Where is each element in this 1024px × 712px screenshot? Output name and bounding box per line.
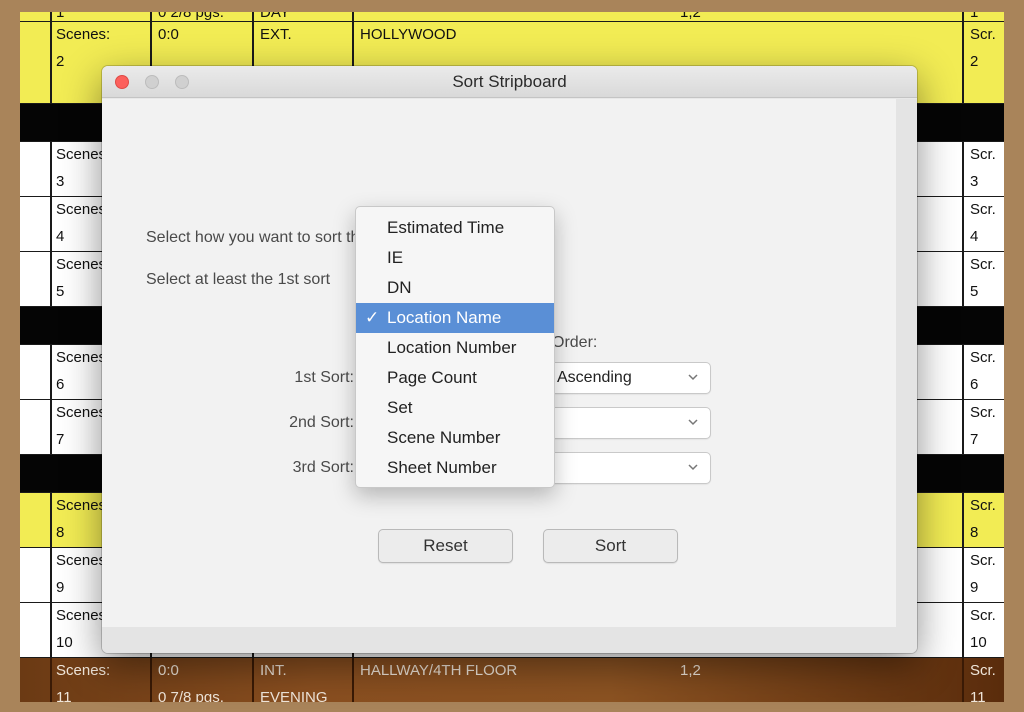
strip-cell: 3: [970, 173, 979, 190]
strip-column-divider: [352, 12, 354, 21]
strip-column-divider: [150, 658, 152, 702]
strip-cell: Scr.: [970, 497, 996, 514]
strip-column-divider: [962, 197, 964, 251]
strip-cell: Scenes:: [56, 662, 111, 679]
strip-cell: Scr.: [970, 404, 996, 421]
strip-column-divider: [150, 12, 152, 21]
menu-item-scene-number[interactable]: Scene Number: [356, 423, 554, 453]
strip-column-divider: [962, 603, 964, 657]
strip-cell: 2: [970, 53, 979, 70]
strip-column-divider: [962, 252, 964, 306]
strip-column-divider: [962, 493, 964, 547]
strip-column-divider: [50, 12, 52, 21]
strip-column-divider: [50, 493, 52, 547]
strip-cell: Scr.: [970, 26, 996, 43]
dialog-title: Sort Stripboard: [452, 72, 567, 91]
strip-cell: 7: [970, 431, 979, 448]
sort2-label: 2nd Sort:: [289, 414, 354, 431]
chevron-down-icon: [688, 374, 698, 381]
menu-item-ie[interactable]: IE: [356, 243, 554, 273]
sort-button[interactable]: Sort: [543, 529, 678, 563]
strip-column-divider: [50, 548, 52, 602]
strip-cell: Scr.: [970, 256, 996, 273]
dialog-scrollbar[interactable]: [896, 99, 917, 627]
strip-column-divider: [50, 142, 52, 196]
strip-column-divider: [50, 603, 52, 657]
strip-cell: 10: [970, 634, 987, 651]
strip-cell: 9: [970, 579, 979, 596]
instruction-min-text: Select at least the 1st sort: [146, 271, 331, 288]
menu-item-label: Page Count: [387, 368, 477, 387]
menu-item-label: Sheet Number: [387, 458, 497, 477]
strip-row[interactable]: 10 2/8 pgs. DAY 1,2 1: [20, 12, 1004, 22]
strip-column-divider: [50, 658, 52, 702]
strip-cell: 6: [970, 376, 979, 393]
strip-cell: Scenes:: [56, 26, 111, 43]
strip-cell: Scr.: [970, 607, 996, 624]
strip-row[interactable]: Scenes: 11 0:0 0 7/8 pgs. INT. EVENING HALLWAY…: [20, 658, 1004, 702]
strip-column-divider: [50, 345, 52, 399]
strip-column-divider: [962, 12, 964, 21]
sort1-label: 1st Sort:: [294, 369, 354, 386]
strip-column-divider: [50, 197, 52, 251]
chevron-down-icon: [688, 419, 698, 426]
dialog-bottom-bar: [102, 627, 917, 653]
strip-column-divider: [962, 548, 964, 602]
menu-item-label: DN: [387, 278, 412, 297]
strip-cell: HOLLYWOOD: [360, 26, 457, 43]
menu-item-page-count[interactable]: Page Count: [356, 363, 554, 393]
menu-item-label: Set: [387, 398, 413, 417]
strip-cell: 0:0: [158, 26, 179, 43]
strip-cell: 5: [970, 283, 979, 300]
checkmark-icon: ✓: [365, 308, 380, 327]
strip-cell: 0:0: [158, 662, 179, 679]
strip-column-divider: [962, 345, 964, 399]
menu-item-label: Estimated Time: [387, 218, 505, 237]
sort-field-dropdown-menu: Estimated Time IE DN ✓ Location Name Location…: [355, 206, 555, 488]
strip-cell: Scr.: [970, 349, 996, 366]
strip-cell: EXT.: [260, 26, 292, 43]
order3-select[interactable]: [550, 452, 711, 484]
menu-item-location-number[interactable]: Location Number: [356, 333, 554, 363]
menu-item-label: IE: [387, 248, 404, 267]
strip-cell: 4: [970, 228, 979, 245]
strip-cell: Scr.: [970, 552, 996, 569]
strip-cell: Scr.: [970, 201, 996, 218]
order1-value: Ascending: [557, 369, 632, 386]
strip-cell: Scr.: [970, 662, 996, 679]
strip-cell: Scr.: [970, 146, 996, 163]
strip-column-divider: [252, 12, 254, 21]
strip-column-divider: [962, 22, 964, 103]
menu-item-sheet-number[interactable]: Sheet Number: [356, 453, 554, 483]
menu-item-label: Location Name: [387, 308, 502, 327]
chevron-down-icon: [688, 464, 698, 471]
order2-select[interactable]: [550, 407, 711, 439]
menu-item-set[interactable]: Set: [356, 393, 554, 423]
menu-item-dn[interactable]: DN: [356, 273, 554, 303]
menu-item-label: Location Number: [387, 338, 517, 357]
menu-item-location-name[interactable]: ✓ Location Name: [356, 303, 554, 333]
strip-column-divider: [962, 142, 964, 196]
order-header: Order:: [552, 334, 598, 351]
strip-column-divider: [252, 658, 254, 702]
strip-column-divider: [352, 658, 354, 702]
strip-column-divider: [962, 400, 964, 454]
menu-item-label: Scene Number: [387, 428, 501, 447]
strip-column-divider: [962, 658, 964, 702]
menu-item-estimated-time[interactable]: Estimated Time: [356, 213, 554, 243]
order1-select[interactable]: Ascending: [550, 362, 711, 394]
strip-cell: 11: [970, 689, 986, 702]
reset-button[interactable]: Reset: [378, 529, 513, 563]
strip-cell: 8: [970, 524, 979, 541]
strip-cell: 1,2: [680, 662, 701, 679]
strip-cell: 11: [56, 689, 72, 702]
strip-cell: 0 7/8 pgs.: [158, 689, 224, 702]
strip-cell: EVENING: [260, 689, 328, 702]
title-bar: Sort Stripboard: [102, 66, 917, 98]
strip-column-divider: [50, 252, 52, 306]
strip-column-divider: [50, 400, 52, 454]
sort3-label: 3rd Sort:: [292, 459, 354, 476]
strip-cell: INT.: [260, 662, 287, 679]
strip-column-divider: [50, 22, 52, 103]
